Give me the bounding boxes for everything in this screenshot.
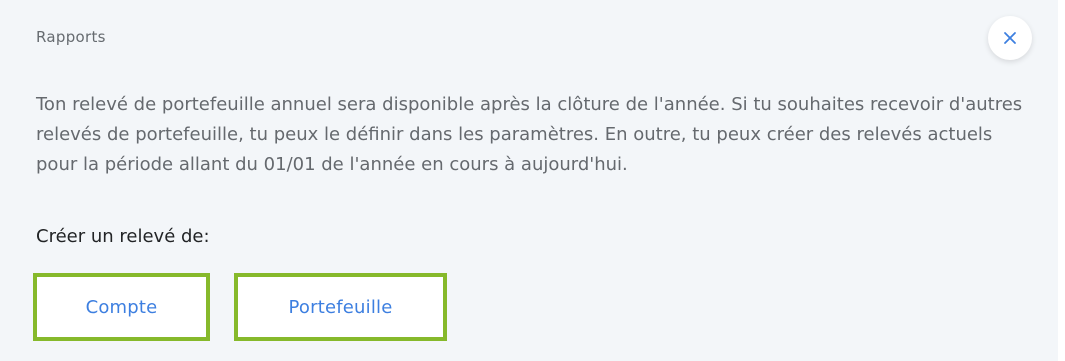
create-account-statement-button[interactable]: Compte	[33, 273, 210, 341]
portfolio-button-label: Portefeuille	[288, 296, 393, 318]
create-statement-label: Créer un relevé de:	[36, 226, 210, 247]
statement-description: Ton relevé de portefeuille annuel sera d…	[36, 94, 1023, 175]
create-portfolio-statement-button[interactable]: Portefeuille	[234, 273, 447, 341]
close-button[interactable]	[988, 16, 1032, 60]
close-icon	[1004, 32, 1016, 44]
account-button-label: Compte	[85, 296, 158, 318]
scrollbar-track[interactable]	[1058, 0, 1065, 361]
panel-title: Rapports	[36, 28, 106, 46]
reports-panel: Rapports Ton relevé de portefeuille annu…	[0, 0, 1058, 361]
